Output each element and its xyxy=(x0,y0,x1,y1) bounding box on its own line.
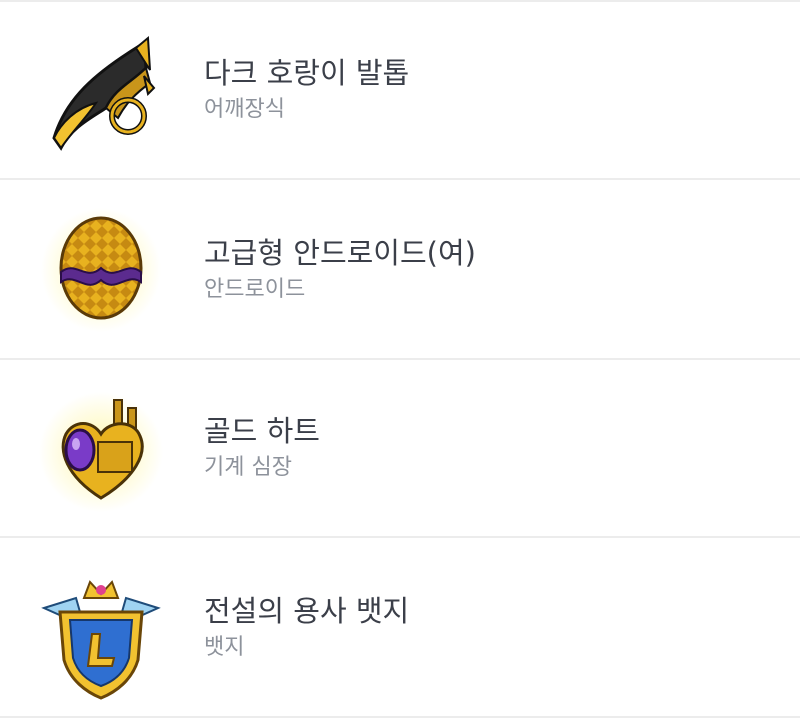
item-type: 기계 심장 xyxy=(204,455,292,480)
item-name: 고급형 안드로이드(여) xyxy=(204,236,476,270)
list-item[interactable]: 고급형 안드로이드(여) 안드로이드 xyxy=(0,182,800,360)
gold-heart-icon xyxy=(36,380,166,515)
item-list: 다크 호랑이 발톱 어깨장식 고급형 안드로이드(여) 안드로이드 골드 하트 … xyxy=(0,0,800,720)
item-name: 전설의 용사 뱃지 xyxy=(204,594,410,628)
item-name: 다크 호랑이 발톱 xyxy=(204,56,410,90)
dark-tiger-claw-icon xyxy=(36,28,166,163)
list-item[interactable]: 다크 호랑이 발톱 어깨장식 xyxy=(0,2,800,180)
android-egg-icon xyxy=(36,202,166,337)
item-type: 안드로이드 xyxy=(204,277,306,302)
legend-badge-icon xyxy=(36,568,166,703)
item-type: 어깨장식 xyxy=(204,97,285,122)
list-item[interactable]: 골드 하트 기계 심장 xyxy=(0,360,800,538)
list-item[interactable]: 전설의 용사 뱃지 뱃지 xyxy=(0,540,800,718)
item-type: 뱃지 xyxy=(204,635,245,660)
item-name: 골드 하트 xyxy=(204,414,320,448)
